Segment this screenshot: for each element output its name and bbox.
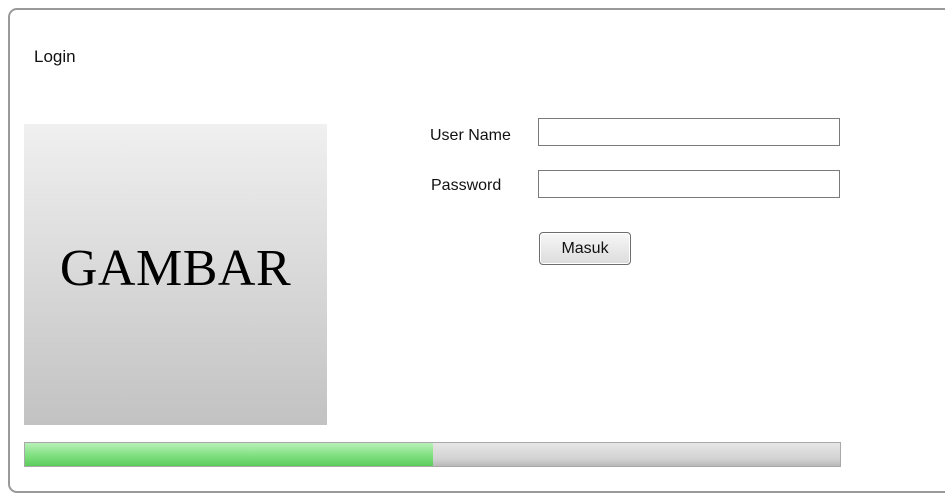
- image-placeholder: GAMBAR: [24, 124, 327, 425]
- login-button[interactable]: Masuk: [539, 232, 631, 265]
- image-placeholder-label: GAMBAR: [59, 240, 292, 297]
- username-field[interactable]: [538, 118, 840, 146]
- password-label: Password: [431, 177, 502, 194]
- progress-fill: [25, 443, 433, 466]
- password-field[interactable]: [538, 170, 840, 198]
- panel-title: Login: [34, 47, 76, 66]
- progress-bar: [24, 442, 841, 467]
- username-label: User Name: [430, 127, 511, 144]
- login-panel: Login GAMBAR User Name Password Masuk: [8, 8, 945, 493]
